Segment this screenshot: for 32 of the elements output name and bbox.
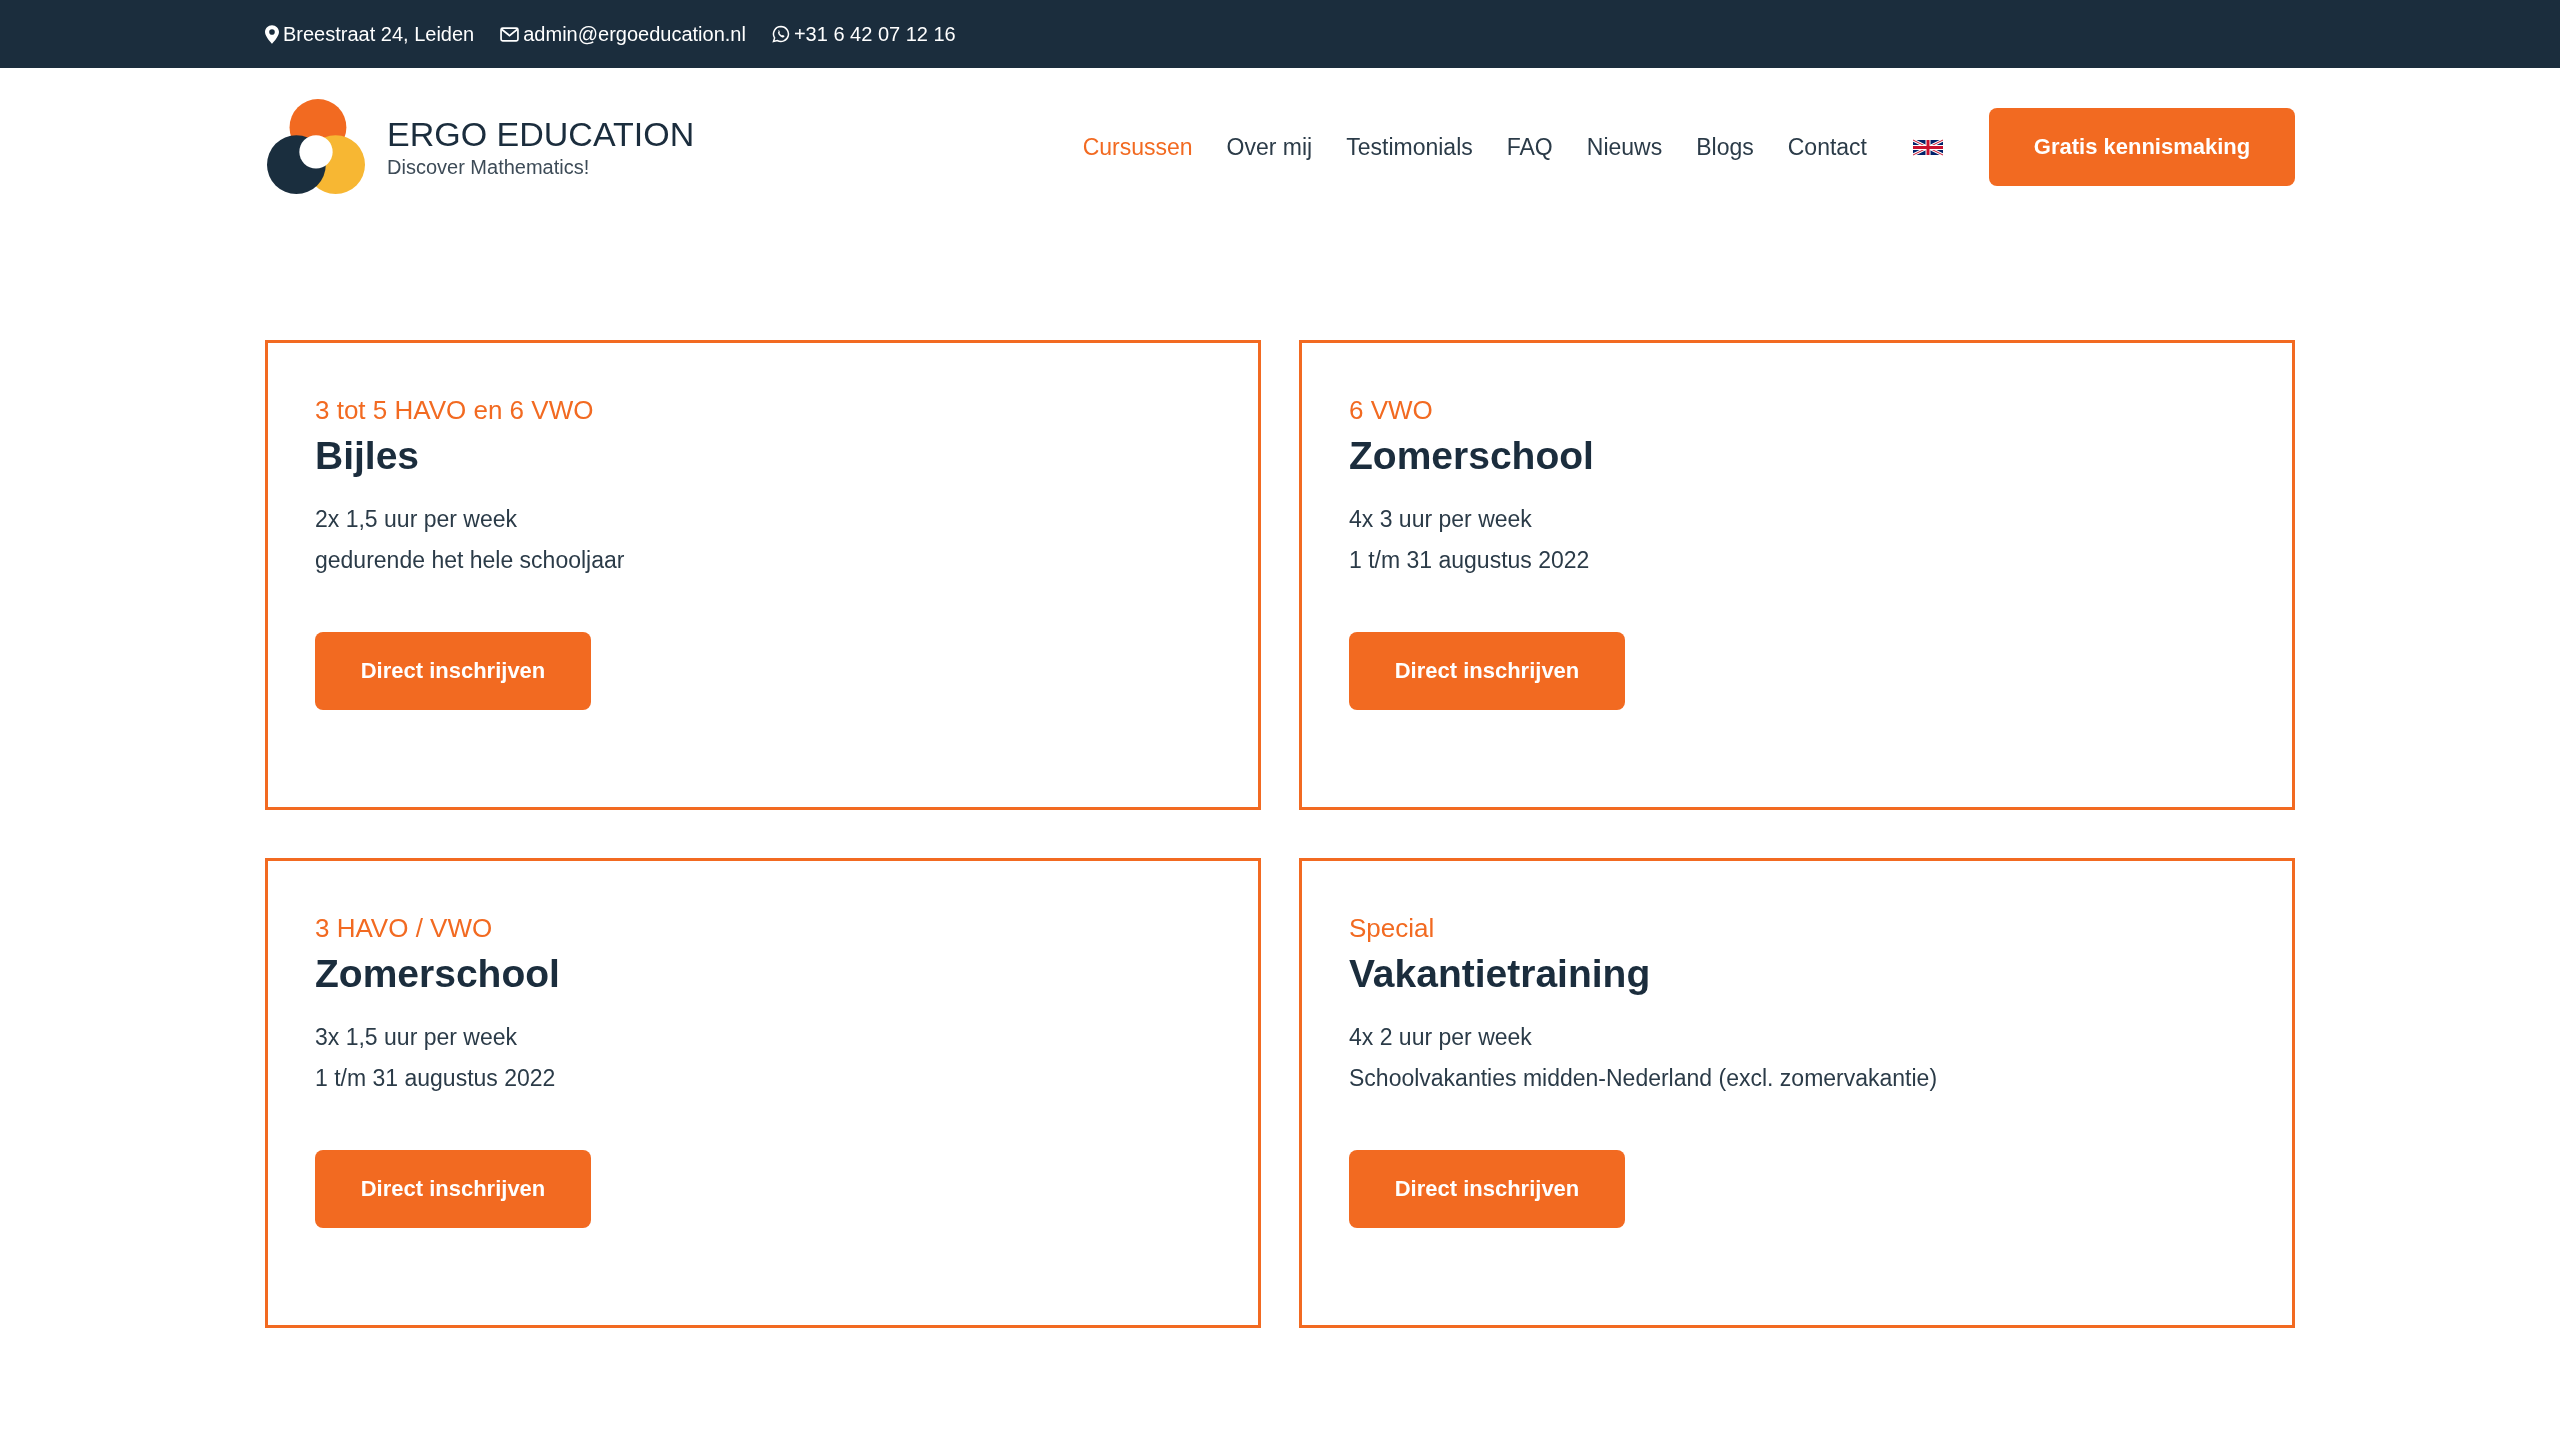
course-level: 3 tot 5 HAVO en 6 VWO bbox=[315, 395, 594, 426]
email-link[interactable]: admin@ergoeducation.nl bbox=[523, 22, 746, 46]
course-detail: 4x 3 uur per week bbox=[1349, 506, 1533, 533]
course-detail: 2x 1,5 uur per week bbox=[315, 506, 518, 533]
course-level: Special bbox=[1349, 913, 1435, 944]
course-detail: 1 t/m 31 augustus 2022 bbox=[315, 1065, 556, 1092]
envelope-icon bbox=[500, 26, 520, 42]
course-detail: gedurende het hele schooljaar bbox=[315, 547, 625, 574]
course-detail: Schoolvakanties midden-Nederland (excl. zomervakantie) bbox=[1349, 1065, 1938, 1092]
nav-link[interactable]: Nieuws bbox=[1586, 133, 1663, 161]
course-title: Vakantietraining bbox=[1349, 952, 1651, 996]
nav-link[interactable]: Contact bbox=[1787, 133, 1867, 161]
course-title: Zomerschool bbox=[1349, 434, 1594, 478]
nav-link[interactable]: Over mij bbox=[1226, 133, 1313, 161]
whatsapp-icon bbox=[771, 25, 790, 43]
nav-link[interactable]: FAQ bbox=[1506, 133, 1553, 161]
uk-flag-icon[interactable] bbox=[1913, 138, 1943, 156]
course-level: 6 VWO bbox=[1349, 395, 1433, 426]
logo-tagline: Discover Mathematics! bbox=[387, 156, 591, 179]
phone-link[interactable]: +31 6 42 07 12 16 bbox=[793, 22, 956, 46]
nav-link[interactable]: Testimonials bbox=[1346, 133, 1473, 161]
map-pin-icon bbox=[265, 24, 279, 44]
course-detail: 3x 1,5 uur per week bbox=[315, 1024, 518, 1051]
course-title: Bijles bbox=[315, 434, 420, 478]
logo-icon bbox=[265, 98, 367, 196]
address-text: Breestraat 24, Leiden bbox=[283, 22, 475, 46]
course-detail: 4x 2 uur per week bbox=[1349, 1024, 1533, 1051]
logo-title: ERGO EDUCATION bbox=[387, 115, 695, 154]
course-title: Zomerschool bbox=[315, 952, 560, 996]
nav-link[interactable]: Blogs bbox=[1696, 133, 1754, 161]
course-detail: 1 t/m 31 augustus 2022 bbox=[1349, 547, 1590, 574]
course-level: 3 HAVO / VWO bbox=[315, 913, 493, 944]
